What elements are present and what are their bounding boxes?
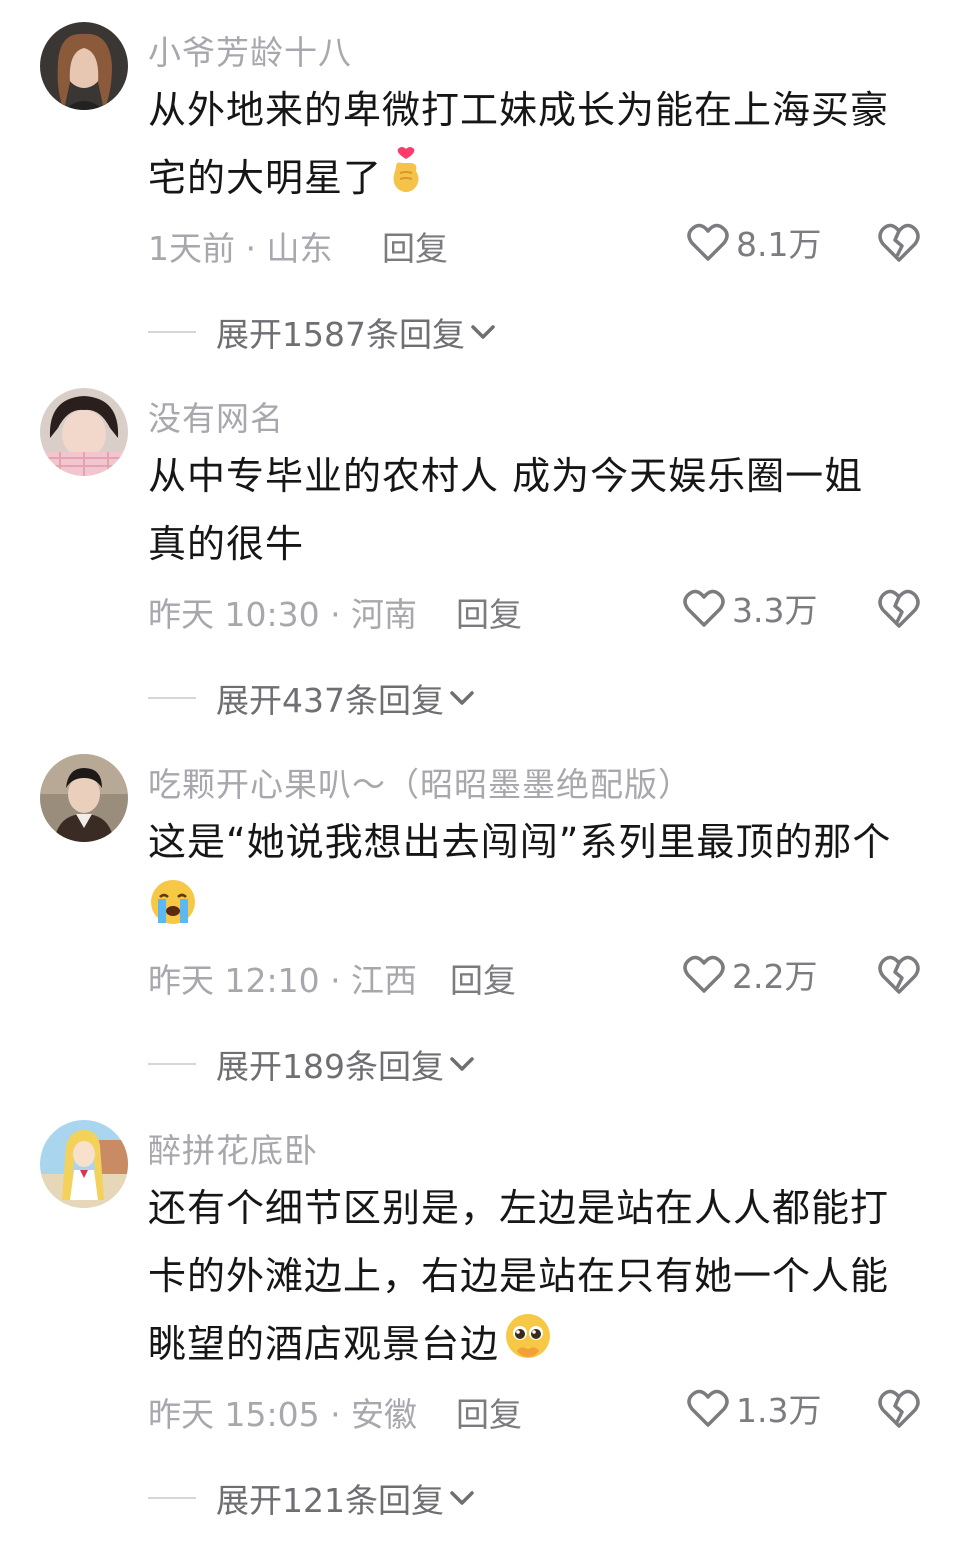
avatar[interactable] bbox=[40, 1120, 128, 1208]
avatar[interactable] bbox=[40, 388, 128, 476]
comment-meta: 昨天 15:05 · 安徽 bbox=[148, 1395, 418, 1434]
like-button[interactable]: 2.2万 bbox=[682, 950, 817, 998]
username[interactable]: 小爷芳龄十八 bbox=[148, 26, 352, 74]
comment-text: 这是“她说我想出去闯闯”系列里最顶的那个 bbox=[148, 808, 928, 948]
like-count: 1.3万 bbox=[736, 1391, 822, 1430]
pleading-face-emoji bbox=[503, 1311, 553, 1382]
reply-button[interactable]: 回复 bbox=[456, 588, 522, 636]
dislike-button[interactable] bbox=[876, 220, 922, 264]
like-count: 3.3万 bbox=[732, 591, 818, 630]
avatar[interactable] bbox=[40, 754, 128, 842]
like-count: 8.1万 bbox=[736, 225, 822, 264]
comment-meta: 昨天 12:10 · 江西 bbox=[148, 961, 418, 1000]
broken-heart-icon bbox=[878, 589, 920, 628]
chevron-down-icon bbox=[450, 1057, 474, 1071]
heart-outline-icon bbox=[683, 589, 725, 627]
like-count: 2.2万 bbox=[732, 957, 818, 996]
broken-heart-icon bbox=[878, 955, 920, 994]
comment-text-line bbox=[148, 876, 928, 948]
divider bbox=[148, 1497, 196, 1499]
expand-replies-button[interactable]: 展开1587条回复 bbox=[148, 308, 497, 356]
heart-outline-icon bbox=[687, 1389, 729, 1427]
like-button[interactable]: 1.3万 bbox=[686, 1384, 821, 1432]
comment-text-line: 这是“她说我想出去闯闯”系列里最顶的那个 bbox=[148, 820, 892, 864]
avatar[interactable] bbox=[40, 22, 128, 110]
username[interactable]: 醉拼花底卧 bbox=[148, 1124, 318, 1172]
dislike-button[interactable] bbox=[876, 1386, 922, 1430]
reply-button[interactable]: 回复 bbox=[456, 1388, 522, 1436]
like-button[interactable]: 8.1万 bbox=[686, 218, 821, 266]
broken-heart-icon bbox=[878, 223, 920, 262]
comment-text: 还有个细节区别是，左边是站在人人都能打 卡的外滩边上，右边是站在只有她一个人能 … bbox=[148, 1174, 928, 1382]
divider bbox=[148, 331, 196, 333]
comment-text-line: 眺望的酒店观景台边 bbox=[148, 1310, 928, 1382]
like-button[interactable]: 3.3万 bbox=[682, 584, 817, 632]
heart-outline-icon bbox=[683, 955, 725, 993]
reply-button[interactable]: 回复 bbox=[382, 222, 448, 270]
dislike-button[interactable] bbox=[876, 952, 922, 996]
comment-meta: 昨天 10:30 · 河南 bbox=[148, 595, 418, 634]
divider bbox=[148, 697, 196, 699]
comment-text: 从外地来的卑微打工妹成长为能在上海买豪 宅的大明星了 bbox=[148, 76, 928, 216]
comment-text-line: 从外地来的卑微打工妹成长为能在上海买豪 bbox=[148, 88, 890, 132]
comment-text-line: 宅的大明星了 bbox=[148, 144, 928, 216]
comment-text-line: 还有个细节区别是，左边是站在人人都能打 bbox=[148, 1186, 890, 1230]
dislike-button[interactable] bbox=[876, 586, 922, 630]
comment-text-segment: 宅的大明星了 bbox=[148, 156, 383, 200]
expand-replies-button[interactable]: 展开121条回复 bbox=[148, 1474, 476, 1522]
chevron-down-icon bbox=[450, 691, 474, 705]
expand-replies-label: 展开437条回复 bbox=[216, 681, 444, 720]
reply-button[interactable]: 回复 bbox=[450, 954, 516, 1002]
comment-text-line: 真的很牛 bbox=[148, 522, 305, 566]
divider bbox=[148, 1063, 196, 1065]
comment-text-line: 卡的外滩边上，右边是站在只有她一个人能 bbox=[148, 1254, 890, 1298]
chevron-down-icon bbox=[471, 325, 495, 339]
comment-text: 从中专毕业的农村人 成为今天娱乐圈一姐 真的很牛 bbox=[148, 442, 928, 578]
finger-heart-emoji bbox=[386, 145, 426, 216]
heart-outline-icon bbox=[687, 223, 729, 261]
chevron-down-icon bbox=[450, 1491, 474, 1505]
expand-replies-label: 展开1587条回复 bbox=[216, 315, 465, 354]
comment-text-segment: 眺望的酒店观景台边 bbox=[148, 1322, 500, 1366]
loudly-crying-face-emoji bbox=[148, 877, 198, 948]
username[interactable]: 没有网名 bbox=[148, 392, 284, 440]
comment-text-line: 从中专毕业的农村人 成为今天娱乐圈一姐 bbox=[148, 454, 864, 498]
expand-replies-button[interactable]: 展开437条回复 bbox=[148, 674, 476, 722]
broken-heart-icon bbox=[878, 1389, 920, 1428]
expand-replies-label: 展开189条回复 bbox=[216, 1047, 444, 1086]
comment-meta: 1天前 · 山东 bbox=[148, 229, 333, 268]
username[interactable]: 吃颗开心果叭～（昭昭墨墨绝配版） bbox=[148, 758, 692, 806]
expand-replies-button[interactable]: 展开189条回复 bbox=[148, 1040, 476, 1088]
expand-replies-label: 展开121条回复 bbox=[216, 1481, 444, 1520]
